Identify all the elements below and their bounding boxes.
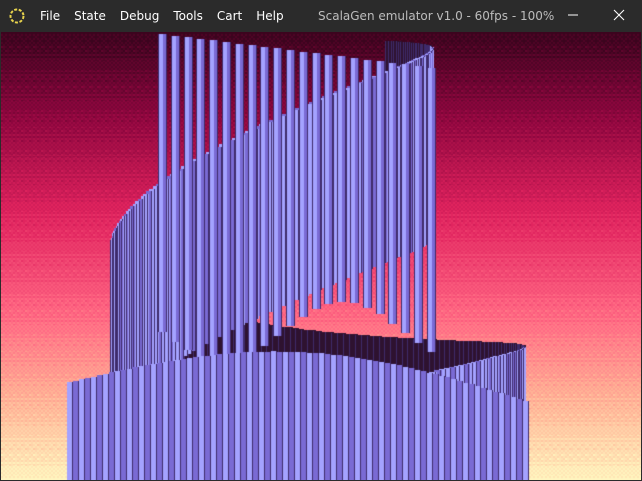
close-icon bbox=[613, 9, 625, 24]
game-viewport[interactable] bbox=[1, 32, 641, 480]
emulator-window: File State Debug Tools Cart Help ScalaGe… bbox=[0, 0, 642, 481]
menu-help[interactable]: Help bbox=[249, 0, 290, 32]
menu-file[interactable]: File bbox=[33, 0, 67, 32]
title-bar[interactable]: File State Debug Tools Cart Help ScalaGe… bbox=[0, 0, 642, 32]
ring-icon bbox=[8, 7, 26, 25]
menu-tools[interactable]: Tools bbox=[166, 0, 210, 32]
menu-bar: File State Debug Tools Cart Help bbox=[33, 0, 291, 32]
window-title: ScalaGen emulator v1.0 - 60fps - 100% bbox=[318, 9, 555, 23]
menu-state[interactable]: State bbox=[67, 0, 113, 32]
minimize-button[interactable] bbox=[550, 0, 596, 32]
game-screen[interactable] bbox=[1, 32, 641, 480]
menu-debug[interactable]: Debug bbox=[113, 0, 166, 32]
menu-cart[interactable]: Cart bbox=[210, 0, 249, 32]
minimize-icon bbox=[567, 9, 579, 24]
close-button[interactable] bbox=[596, 0, 642, 32]
